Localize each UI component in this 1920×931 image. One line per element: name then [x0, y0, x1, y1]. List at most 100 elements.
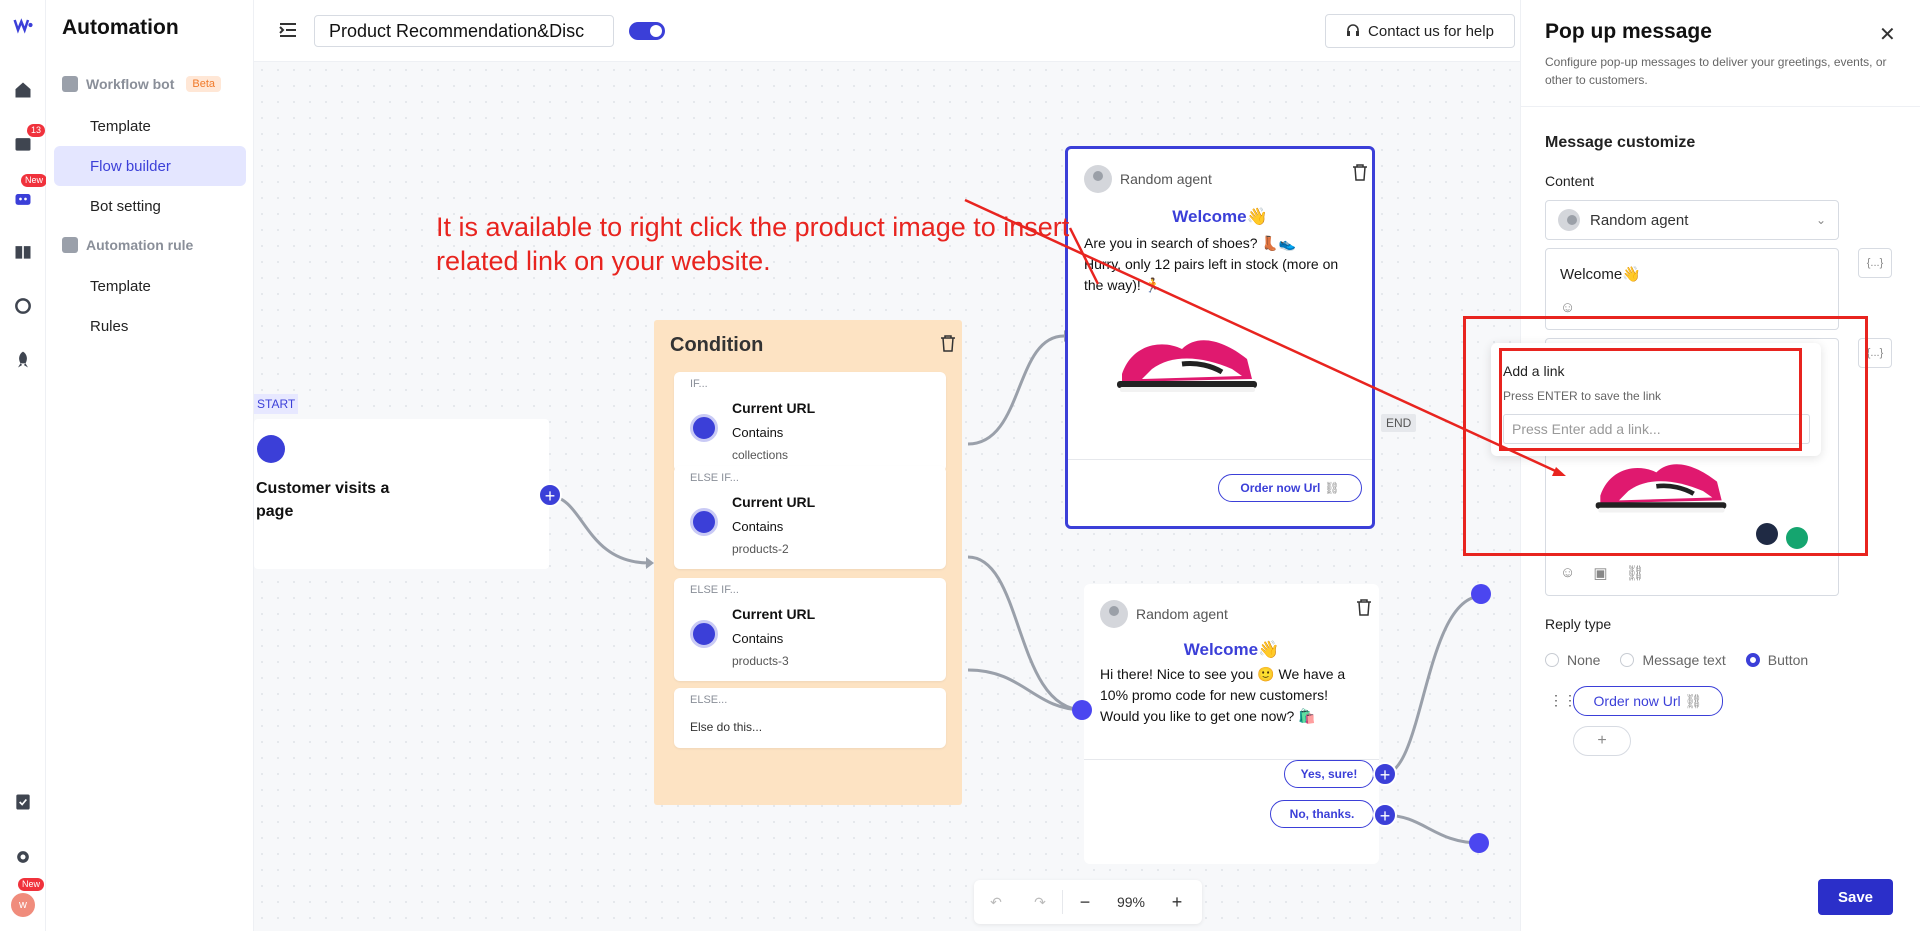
add-step-button[interactable]: +	[538, 483, 562, 507]
message-node-2[interactable]: Random agent Welcome👋 Hi there! Nice to …	[1084, 584, 1379, 864]
chat-new-badge: New	[21, 174, 48, 187]
agent-select[interactable]: Random agent ⌄	[1545, 200, 1839, 240]
condition-title: Condition	[670, 334, 764, 356]
link-icon[interactable]: ⛓	[1626, 564, 1645, 582]
home-icon[interactable]	[11, 78, 35, 102]
flow-canvas[interactable]: START Customer visits a page + Condition…	[254, 62, 1520, 931]
product-shoe-image[interactable]	[1112, 324, 1262, 399]
divider	[1521, 106, 1920, 107]
else-branch[interactable]: ELSE... Else do this...	[674, 688, 946, 748]
delete-trash-icon[interactable]	[1352, 163, 1368, 181]
nav-item-workflow-template[interactable]: Template	[54, 106, 246, 146]
nav-group-workflow-bot[interactable]: Workflow bot Beta	[62, 76, 222, 92]
condition-node[interactable]: Condition IF... Current URL Contains col…	[654, 320, 962, 805]
reply-button-radio[interactable]: Button	[1745, 652, 1808, 668]
add-button[interactable]: +	[1573, 726, 1631, 756]
add-step-button[interactable]: +	[1373, 803, 1397, 827]
inbox-icon[interactable]: 13	[11, 124, 46, 156]
user-avatar[interactable]: w	[11, 893, 35, 917]
branch-label: IF...	[690, 378, 708, 390]
zoom-out-icon[interactable]: −	[1063, 892, 1107, 913]
else-text: Else do this...	[690, 720, 763, 734]
inbox-badge: 13	[27, 124, 46, 137]
branch-label: ELSE...	[690, 694, 728, 706]
delete-trash-icon[interactable]	[1356, 598, 1372, 616]
nav-item-flow-builder[interactable]: Flow builder	[54, 146, 246, 186]
emoji-icon[interactable]: ☺	[1560, 299, 1575, 316]
reply-button-order-now[interactable]: Order now Url ⛓	[1573, 686, 1723, 716]
connector-dot[interactable]	[1469, 833, 1489, 853]
branch-label: ELSE IF...	[690, 472, 739, 484]
connector-dot[interactable]	[1471, 584, 1491, 604]
emoji-icon[interactable]: ☺	[1560, 564, 1575, 582]
flow-name-input[interactable]: Product Recommendation&Disc	[314, 15, 614, 47]
nav-item-bot-setting[interactable]: Bot setting	[54, 186, 246, 226]
branch-operator: Contains	[732, 519, 784, 534]
yes-sure-button[interactable]: Yes, sure!	[1284, 760, 1374, 788]
message-body: Hi there! Nice to see you 🙂 We have a 10…	[1100, 666, 1346, 724]
reply-message-text-radio[interactable]: Message text	[1620, 652, 1726, 668]
pointer-icon	[690, 414, 718, 442]
contact-help-button[interactable]: Contact us for help	[1325, 14, 1515, 48]
panel-description: Configure pop-up messages to deliver you…	[1545, 55, 1887, 87]
headset-icon	[1347, 24, 1360, 36]
branch-value: products-2	[732, 542, 789, 556]
nav-group-automation-rule[interactable]: Automation rule	[62, 237, 193, 253]
condition-branch[interactable]: ELSE IF... Current URL Contains products…	[674, 578, 946, 681]
section-title: Message customize	[1545, 134, 1696, 151]
tasks-icon[interactable]	[11, 790, 35, 814]
image-icon[interactable]: ▣	[1593, 564, 1607, 582]
start-node[interactable]: Customer visits a page	[254, 419, 549, 569]
divider	[1068, 459, 1372, 460]
variables-button[interactable]: {...}	[1858, 248, 1892, 278]
pointer-icon	[690, 508, 718, 536]
analytics-icon[interactable]	[11, 294, 35, 318]
order-now-url-button[interactable]: Order now Url ⛓	[1218, 474, 1362, 502]
agent-row: Random agent	[1100, 600, 1228, 628]
field-toolbar: ☺ ▣ ⛓	[1560, 564, 1645, 582]
agent-select-value: Random agent	[1590, 211, 1689, 229]
nav-item-rule-template[interactable]: Template	[54, 266, 246, 306]
start-tag: START	[254, 394, 299, 414]
link-icon: ⛓	[1324, 481, 1340, 495]
undo-icon[interactable]: ↶	[974, 894, 1018, 911]
annotation-box-inner	[1499, 348, 1802, 451]
annotation-text: It is available to right click the produ…	[436, 212, 1070, 276]
save-button[interactable]: Save	[1818, 879, 1893, 915]
logo-icon[interactable]	[11, 13, 35, 37]
settings-gear-icon[interactable]	[11, 845, 35, 869]
link-icon: ⛓	[1684, 692, 1703, 709]
end-tag: END	[1381, 414, 1417, 432]
bot-icon	[62, 76, 78, 92]
start-trigger-text: Customer visits a page	[256, 480, 390, 520]
message-node-1[interactable]: Random agent Welcome👋 Are you in search …	[1065, 146, 1375, 529]
rocket-icon[interactable]	[11, 348, 35, 372]
zoom-in-icon[interactable]: +	[1155, 892, 1199, 913]
reply-none-radio[interactable]: None	[1545, 652, 1600, 668]
nav-item-rules[interactable]: Rules	[54, 306, 246, 346]
book-icon[interactable]	[11, 240, 35, 264]
condition-branch[interactable]: IF... Current URL Contains collections	[674, 372, 946, 472]
redo-icon[interactable]: ↷	[1018, 894, 1062, 911]
flow-enabled-toggle[interactable]	[629, 22, 665, 40]
add-step-button[interactable]: +	[1373, 762, 1397, 786]
reply-type-radios: None Message text Button	[1545, 652, 1808, 668]
nav-group-label: Automation rule	[86, 237, 194, 253]
close-icon[interactable]: ✕	[1879, 22, 1896, 47]
chatbot-icon[interactable]: New	[11, 174, 48, 211]
agent-row: Random agent	[1084, 165, 1212, 193]
branch-value: products-3	[732, 654, 789, 668]
page-visit-icon	[257, 435, 285, 463]
branch-operator: Contains	[732, 425, 784, 440]
agent-avatar	[1558, 209, 1580, 231]
avatar-new-badge: New	[18, 878, 45, 891]
no-thanks-button[interactable]: No, thanks.	[1270, 800, 1374, 828]
collapse-menu-icon[interactable]	[278, 20, 298, 40]
sidebar: Automation Workflow bot Beta Template Fl…	[46, 0, 254, 931]
top-bar: Product Recommendation&Disc Contact us f…	[254, 0, 1520, 62]
agent-avatar	[1100, 600, 1128, 628]
input-connector-dot[interactable]	[1072, 700, 1092, 720]
condition-branch[interactable]: ELSE IF... Current URL Contains products…	[674, 466, 946, 569]
zoom-control: ↶ ↷ − 99% +	[974, 880, 1202, 924]
delete-trash-icon[interactable]	[940, 334, 956, 352]
